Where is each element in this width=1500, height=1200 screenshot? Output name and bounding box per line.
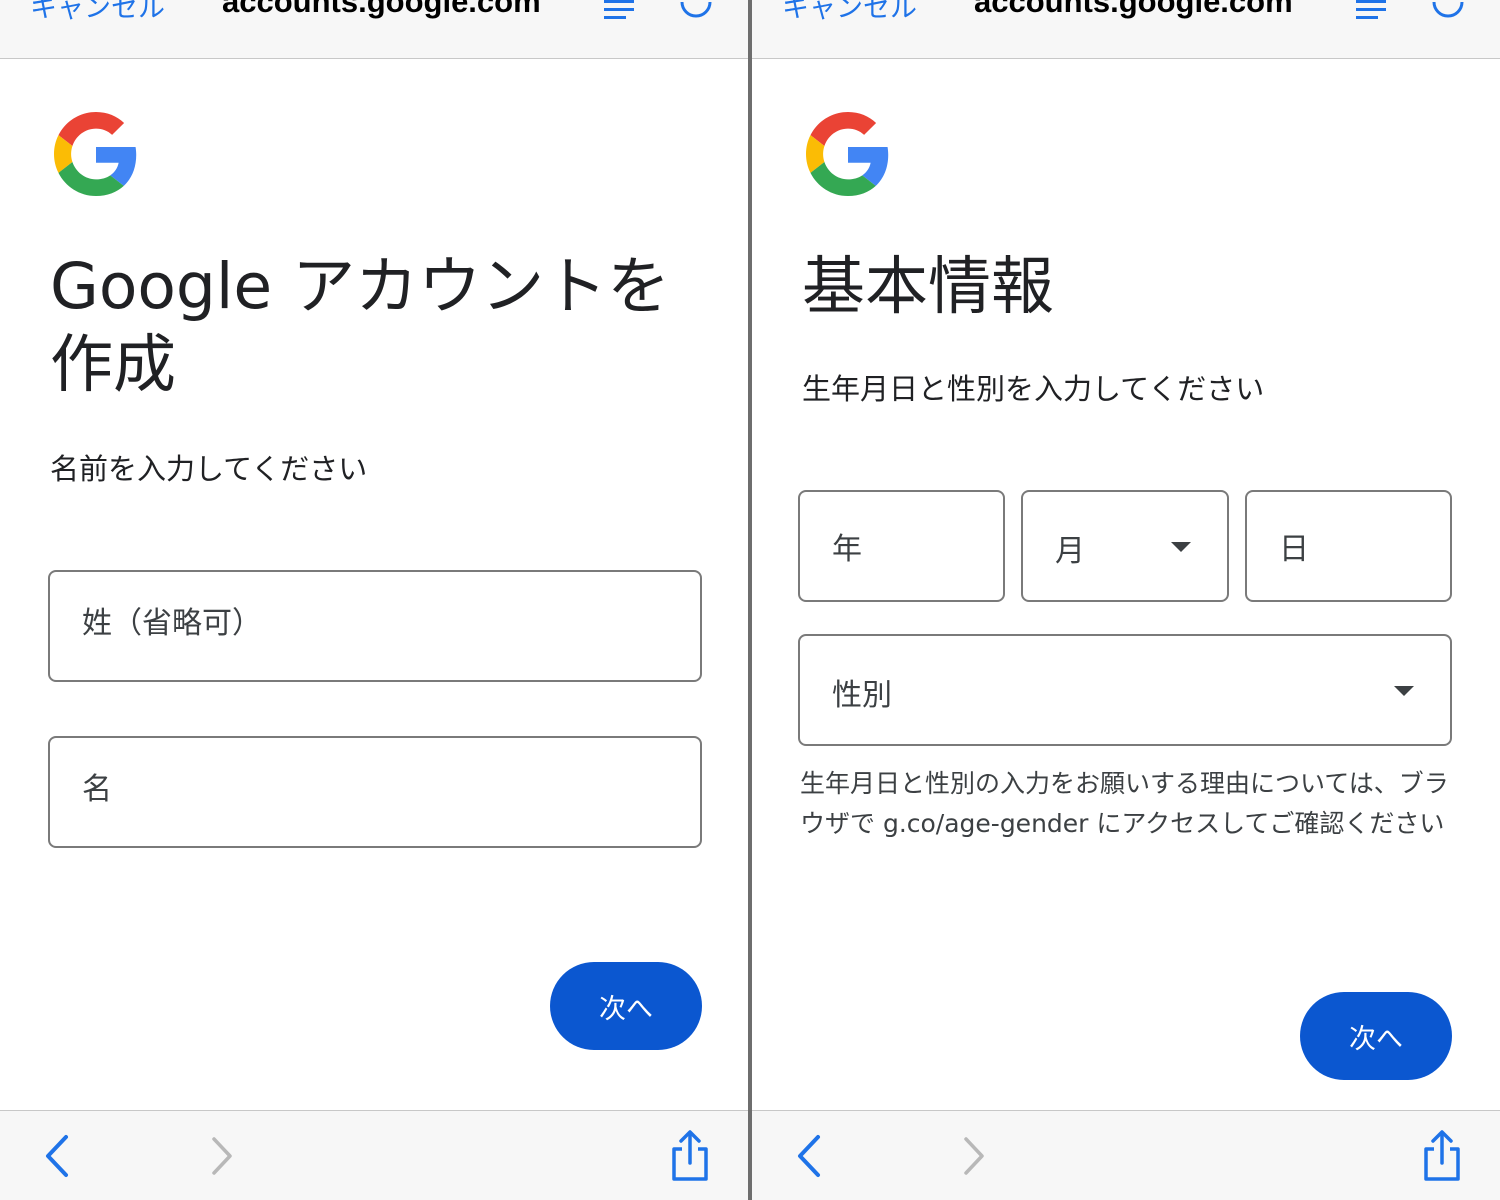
forward-icon[interactable] xyxy=(956,1133,992,1179)
reader-icon[interactable] xyxy=(602,0,636,22)
cancel-button[interactable]: キャンセル xyxy=(782,0,917,25)
gender-select[interactable]: 性別 xyxy=(798,634,1452,746)
google-logo-icon xyxy=(54,112,137,196)
gender-label: 性別 xyxy=(832,678,892,713)
browser-bottom-toolbar xyxy=(752,1110,1500,1200)
screen-basic-info-step: キャンセル accounts.google.com 基本情報 生年月日と性別を入… xyxy=(752,0,1500,1200)
reader-icon[interactable] xyxy=(1354,0,1388,22)
first-name-input[interactable]: 名 xyxy=(48,736,702,848)
browser-bottom-toolbar xyxy=(0,1110,748,1200)
back-icon[interactable] xyxy=(792,1133,828,1179)
page-title: Google アカウントを作成 xyxy=(50,250,671,401)
reload-icon[interactable] xyxy=(1430,0,1466,22)
page-subtitle: 名前を入力してください xyxy=(50,452,368,486)
year-label: 年 xyxy=(832,532,862,567)
page-title: 基本情報 xyxy=(802,250,1054,323)
chevron-down-icon xyxy=(1394,686,1414,696)
day-label: 日 xyxy=(1279,532,1309,567)
address-bar-url[interactable]: accounts.google.com xyxy=(974,0,1293,20)
share-icon[interactable] xyxy=(666,1129,714,1183)
share-icon[interactable] xyxy=(1418,1129,1466,1183)
last-name-input[interactable]: 姓（省略可） xyxy=(48,570,702,682)
last-name-label: 姓（省略可） xyxy=(82,606,262,641)
chevron-down-icon xyxy=(1171,542,1191,552)
day-input[interactable]: 日 xyxy=(1245,490,1452,602)
back-icon[interactable] xyxy=(40,1133,76,1179)
browser-top-bar: キャンセル accounts.google.com xyxy=(752,0,1500,59)
address-bar-url[interactable]: accounts.google.com xyxy=(222,0,541,20)
google-logo-icon xyxy=(806,112,889,196)
first-name-label: 名 xyxy=(82,772,112,807)
month-select[interactable]: 月 xyxy=(1021,490,1229,602)
forward-icon[interactable] xyxy=(204,1133,240,1179)
age-gender-info-text: 生年月日と性別の入力をお願いする理由については、ブラウザで g.co/age-g… xyxy=(800,769,1449,838)
reload-icon[interactable] xyxy=(678,0,714,22)
next-button[interactable]: 次へ xyxy=(550,962,702,1050)
month-label: 月 xyxy=(1055,534,1085,569)
screen-name-step: キャンセル accounts.google.com Google アカウントを作… xyxy=(0,0,748,1200)
page-subtitle: 生年月日と性別を入力してください xyxy=(802,372,1265,406)
browser-top-bar: キャンセル accounts.google.com xyxy=(0,0,748,59)
cancel-button[interactable]: キャンセル xyxy=(30,0,165,25)
next-button[interactable]: 次へ xyxy=(1300,992,1452,1080)
year-input[interactable]: 年 xyxy=(798,490,1005,602)
